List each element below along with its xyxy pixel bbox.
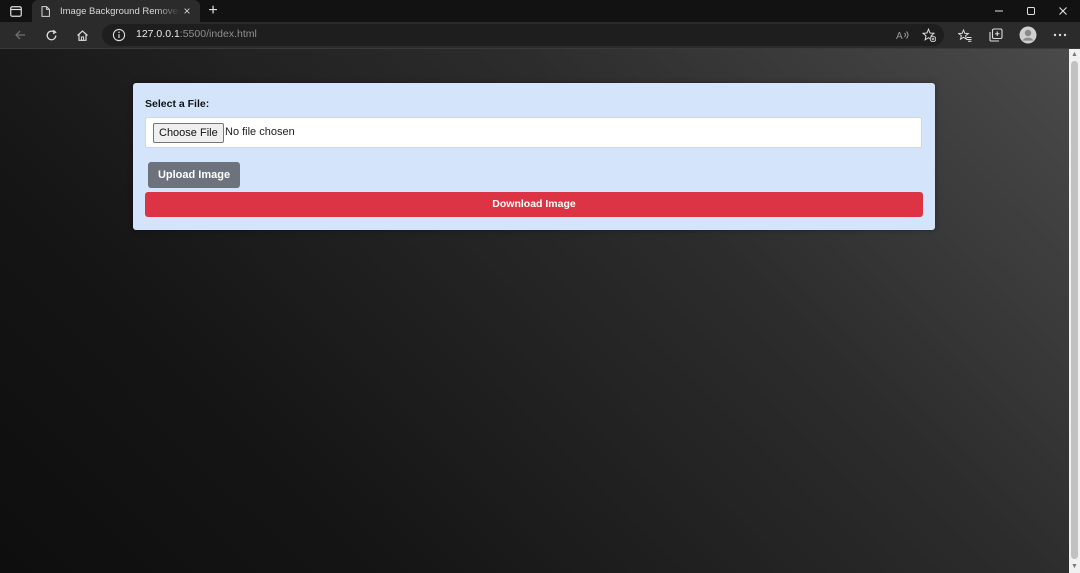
minimize-icon[interactable] bbox=[983, 0, 1015, 22]
info-icon[interactable] bbox=[112, 28, 126, 42]
url-host: 127.0.0.1 bbox=[136, 28, 180, 40]
favorites-icon[interactable] bbox=[955, 25, 975, 45]
tab-title: Image Background Remover bbox=[60, 5, 180, 17]
browser-toolbar: 127.0.0.1:5500/index.html A bbox=[0, 22, 1080, 48]
page-viewport: Select a File: Choose File No file chose… bbox=[0, 49, 1069, 573]
download-image-button[interactable]: Download Image bbox=[145, 192, 923, 217]
close-window-icon[interactable] bbox=[1047, 0, 1079, 22]
new-tab-button[interactable]: + bbox=[204, 2, 222, 20]
browser-tab[interactable]: Image Background Remover × bbox=[32, 0, 200, 22]
address-bar[interactable]: 127.0.0.1:5500/index.html A bbox=[102, 24, 944, 46]
back-arrow-icon[interactable] bbox=[10, 25, 30, 45]
collections-icon[interactable] bbox=[986, 25, 1006, 45]
refresh-icon[interactable] bbox=[41, 25, 61, 45]
scroll-thumb[interactable] bbox=[1071, 61, 1078, 559]
choose-file-button[interactable]: Choose File bbox=[153, 123, 224, 143]
add-favorite-icon[interactable] bbox=[921, 27, 937, 43]
tab-actions-icon[interactable] bbox=[6, 3, 26, 19]
upload-form-card: Select a File: Choose File No file chose… bbox=[133, 83, 935, 230]
tab-strip: Image Background Remover × + bbox=[0, 0, 1080, 22]
url-path: :5500/index.html bbox=[179, 28, 257, 40]
url-text: 127.0.0.1:5500/index.html bbox=[136, 28, 257, 40]
maximize-icon[interactable] bbox=[1015, 0, 1047, 22]
file-status-text: No file chosen bbox=[225, 126, 295, 138]
tab-close-icon[interactable]: × bbox=[180, 4, 194, 18]
home-icon[interactable] bbox=[72, 25, 92, 45]
page-scrollbar[interactable]: ▲ ▼ bbox=[1069, 49, 1080, 573]
profile-avatar-icon[interactable] bbox=[1018, 25, 1038, 45]
read-aloud-icon[interactable]: A bbox=[895, 27, 911, 43]
scroll-down-icon[interactable]: ▼ bbox=[1071, 563, 1078, 571]
more-icon[interactable] bbox=[1050, 25, 1070, 45]
file-select-label: Select a File: bbox=[145, 98, 210, 110]
scroll-up-icon[interactable]: ▲ bbox=[1071, 51, 1078, 59]
file-input[interactable]: Choose File No file chosen bbox=[145, 117, 922, 148]
svg-text:A: A bbox=[896, 31, 903, 41]
upload-image-button[interactable]: Upload Image bbox=[148, 162, 240, 188]
page-icon bbox=[38, 4, 52, 18]
